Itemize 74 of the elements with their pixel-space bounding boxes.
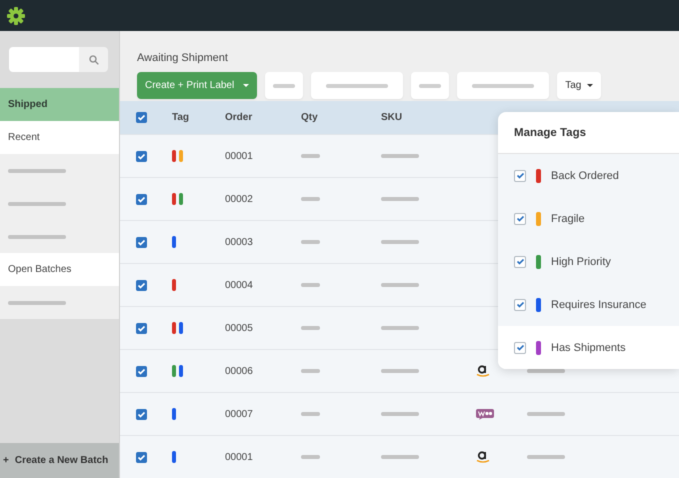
placeholder-bar xyxy=(301,154,320,158)
placeholder-bar xyxy=(8,202,66,206)
placeholder-bar xyxy=(381,455,419,459)
tag-checkbox[interactable] xyxy=(514,170,526,182)
tag-option[interactable]: Back Ordered xyxy=(498,154,679,197)
tag-checkbox[interactable] xyxy=(514,298,526,310)
placeholder-bar xyxy=(8,300,66,304)
placeholder-bar xyxy=(381,197,419,201)
placeholder-bar xyxy=(301,412,320,416)
page-title: Awaiting Shipment xyxy=(137,52,229,64)
create-batch-button[interactable]: + Create a New Batch xyxy=(0,443,119,478)
placeholder-bar xyxy=(381,154,419,158)
placeholder-bar xyxy=(381,283,419,287)
sidebar-item[interactable]: Recent xyxy=(0,121,119,154)
row-checkbox[interactable] xyxy=(136,322,146,334)
placeholder-bar xyxy=(527,412,565,416)
order-number: 00005 xyxy=(225,322,253,334)
tag-label: Requires Insurance xyxy=(551,298,646,310)
tag-checkbox[interactable] xyxy=(514,342,526,354)
select-all-checkbox[interactable] xyxy=(136,112,146,123)
placeholder-bar xyxy=(301,369,320,373)
store-logo-icon xyxy=(476,364,490,378)
row-checkbox[interactable] xyxy=(136,280,146,290)
tag-label: Fragile xyxy=(551,212,585,224)
tag-checkbox[interactable] xyxy=(514,212,526,224)
sidebar-item[interactable]: Open Batches xyxy=(0,253,119,286)
placeholder-bar xyxy=(8,168,66,172)
column-header[interactable]: Order xyxy=(225,112,252,123)
placeholder-bar xyxy=(8,234,66,238)
placeholder-bar xyxy=(301,283,320,287)
order-number: 00003 xyxy=(225,236,253,248)
caret-icon xyxy=(587,84,594,87)
placeholder-bar xyxy=(381,240,419,244)
store-logo-icon xyxy=(476,450,490,464)
placeholder-bar xyxy=(301,240,320,244)
tag-option[interactable]: Requires Insurance xyxy=(498,283,679,326)
column-header[interactable]: SKU xyxy=(381,112,402,123)
tag-label: High Priority xyxy=(551,256,611,268)
row-checkbox[interactable] xyxy=(136,408,146,420)
placeholder-bar xyxy=(381,326,419,330)
store-logo-icon xyxy=(476,408,494,420)
order-number: 00001 xyxy=(225,150,253,162)
order-number: 00006 xyxy=(225,366,253,376)
search-icon xyxy=(88,54,98,64)
sidebar-item[interactable]: Shipped xyxy=(0,88,119,121)
row-checkbox[interactable] xyxy=(136,452,146,462)
gear-icon[interactable] xyxy=(7,6,25,24)
tag-checkbox[interactable] xyxy=(514,256,526,268)
tag-label: Has Shipments xyxy=(551,342,626,354)
placeholder-bar xyxy=(381,412,419,416)
placeholder-bar xyxy=(301,197,320,201)
search-button[interactable] xyxy=(79,47,108,72)
placeholder-bar xyxy=(301,455,320,459)
order-number: 00007 xyxy=(225,408,253,420)
placeholder-bar xyxy=(527,369,565,373)
tag-option[interactable]: Has Shipments xyxy=(498,326,679,369)
placeholder-bar xyxy=(301,326,320,330)
tag-dropdown[interactable]: Tag xyxy=(557,72,602,99)
order-number: 00002 xyxy=(225,194,253,204)
row-checkbox[interactable] xyxy=(136,150,146,162)
tag-option[interactable]: High Priority xyxy=(498,240,679,283)
placeholder-bar xyxy=(527,455,565,459)
caret-icon xyxy=(243,84,250,87)
search-field[interactable] xyxy=(9,47,79,72)
column-header[interactable]: Tag xyxy=(172,112,190,123)
order-number: 00004 xyxy=(225,280,253,290)
tag-option[interactable]: Fragile xyxy=(498,197,679,240)
row-checkbox[interactable] xyxy=(136,194,146,204)
order-number: 00001 xyxy=(225,452,253,462)
tag-label: Back Ordered xyxy=(551,170,619,182)
placeholder-bar xyxy=(381,369,419,373)
column-header[interactable]: Qty xyxy=(301,112,318,123)
row-checkbox[interactable] xyxy=(136,236,146,248)
row-checkbox[interactable] xyxy=(136,366,146,376)
